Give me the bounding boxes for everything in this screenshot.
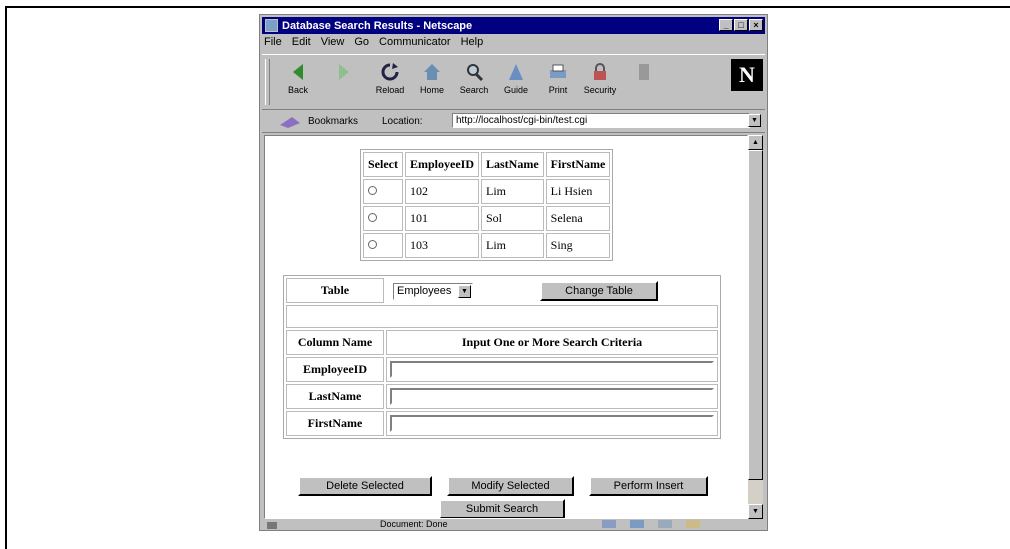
security-button[interactable]: Security <box>578 61 622 107</box>
header-employee-id: EmployeeID <box>404 152 479 177</box>
window-title: Database Search Results - Netscape <box>282 19 473 32</box>
menu-communicator[interactable]: Communicator <box>379 36 451 51</box>
reload-button[interactable]: Reload <box>368 61 412 107</box>
employee-id-input[interactable] <box>390 361 714 378</box>
last-name-cell: Lim <box>480 179 544 204</box>
select-radio[interactable] <box>368 213 377 222</box>
header-last-name: LastName <box>480 152 544 177</box>
delete-selected-button[interactable]: Delete Selected <box>298 476 432 496</box>
status-message: Document: Done <box>380 519 448 529</box>
select-radio[interactable] <box>368 240 377 249</box>
guide-button[interactable]: Guide <box>494 61 538 107</box>
criteria-header: Input One or More Search Criteria <box>386 330 718 355</box>
chevron-down-icon[interactable]: ▼ <box>748 114 761 127</box>
guide-icon <box>509 64 523 80</box>
vertical-scrollbar[interactable]: ▲ ▼ <box>748 135 763 519</box>
spacer-row <box>286 305 718 328</box>
header-select: Select <box>363 152 403 177</box>
scroll-down-icon[interactable]: ▼ <box>748 504 763 519</box>
menu-go[interactable]: Go <box>354 36 369 51</box>
status-bar: Document: Done <box>262 519 765 530</box>
menu-bar: File Edit View Go Communicator Help <box>264 36 483 51</box>
employee-id-label: EmployeeID <box>286 357 384 382</box>
first-name-cell: Selena <box>545 206 611 231</box>
browser-window: Database Search Results - Netscape _ □ ×… <box>259 14 768 531</box>
back-button[interactable]: Back <box>276 61 320 107</box>
reload-icon <box>381 63 399 81</box>
forward-button[interactable] <box>322 61 366 107</box>
table-row: 102 Lim Li Hsien <box>363 179 611 204</box>
security-status-icon[interactable] <box>266 519 278 529</box>
location-label: Location: <box>382 116 423 127</box>
stop-icon <box>639 64 649 80</box>
url-field[interactable]: http://localhost/cgi-bin/test.cgi <box>452 113 750 128</box>
scroll-thumb[interactable] <box>748 150 763 480</box>
last-name-cell: Lim <box>480 233 544 258</box>
menu-view[interactable]: View <box>321 36 345 51</box>
navigation-toolbar: Back Reload Home Search Guide Print Secu… <box>262 54 765 110</box>
select-cell <box>363 179 403 204</box>
frame-left-border <box>5 6 7 549</box>
table-row: 101 Sol Selena <box>363 206 611 231</box>
bookmarks-label[interactable]: Bookmarks <box>308 116 358 127</box>
change-table-button[interactable]: Change Table <box>540 280 658 301</box>
page-content: Select EmployeeID LastName FirstName 102… <box>264 135 748 519</box>
first-name-input[interactable] <box>390 415 714 432</box>
bookmarks-icon[interactable] <box>278 115 302 129</box>
forward-arrow-icon <box>339 64 349 80</box>
modify-selected-button[interactable]: Modify Selected <box>447 476 574 496</box>
menu-edit[interactable]: Edit <box>292 36 311 51</box>
stop-button[interactable] <box>622 61 666 107</box>
menu-file[interactable]: File <box>264 36 282 51</box>
table-label: Table <box>286 278 384 303</box>
submit-search-button[interactable]: Submit Search <box>439 499 565 518</box>
last-name-label: LastName <box>286 384 384 409</box>
results-header-row: Select EmployeeID LastName FirstName <box>363 152 611 177</box>
header-first-name: FirstName <box>545 152 611 177</box>
minimize-button[interactable]: _ <box>719 19 733 31</box>
results-table: Select EmployeeID LastName FirstName 102… <box>360 149 614 261</box>
menu-help[interactable]: Help <box>461 36 484 51</box>
select-cell <box>363 233 403 258</box>
title-bar: Database Search Results - Netscape _ □ × <box>262 17 765 34</box>
perform-insert-button[interactable]: Perform Insert <box>589 476 708 496</box>
first-name-cell: Li Hsien <box>545 179 611 204</box>
search-icon <box>467 64 484 82</box>
first-name-label: FirstName <box>286 411 384 436</box>
employee-id-cell: 103 <box>404 233 479 258</box>
printer-icon <box>550 64 566 78</box>
employee-id-cell: 102 <box>404 179 479 204</box>
toolbar-grip[interactable] <box>265 59 270 105</box>
location-bar: Bookmarks Location: http://localhost/cgi… <box>262 111 765 133</box>
employee-id-cell: 101 <box>404 206 479 231</box>
back-arrow-icon <box>293 64 303 80</box>
select-cell <box>363 206 403 231</box>
table-row: 103 Lim Sing <box>363 233 611 258</box>
search-form-table: Table Employees ▼ Change Table Column Na… <box>283 275 721 439</box>
lock-icon <box>594 63 606 80</box>
last-name-cell: Sol <box>480 206 544 231</box>
home-button[interactable]: Home <box>410 61 454 107</box>
frame-top-border <box>5 6 1010 8</box>
home-icon <box>424 64 440 80</box>
close-button[interactable]: × <box>749 19 763 31</box>
maximize-button[interactable]: □ <box>734 19 748 31</box>
chevron-down-icon[interactable]: ▼ <box>458 284 471 298</box>
first-name-cell: Sing <box>545 233 611 258</box>
last-name-input[interactable] <box>390 388 714 405</box>
netscape-app-icon <box>265 19 278 32</box>
scroll-up-icon[interactable]: ▲ <box>748 135 763 150</box>
search-button[interactable]: Search <box>452 61 496 107</box>
component-bar-icon[interactable] <box>600 519 720 529</box>
netscape-logo[interactable]: N <box>731 59 763 91</box>
table-select[interactable]: Employees ▼ <box>393 282 473 300</box>
print-button[interactable]: Print <box>536 61 580 107</box>
column-name-header: Column Name <box>286 330 384 355</box>
select-radio[interactable] <box>368 186 377 195</box>
